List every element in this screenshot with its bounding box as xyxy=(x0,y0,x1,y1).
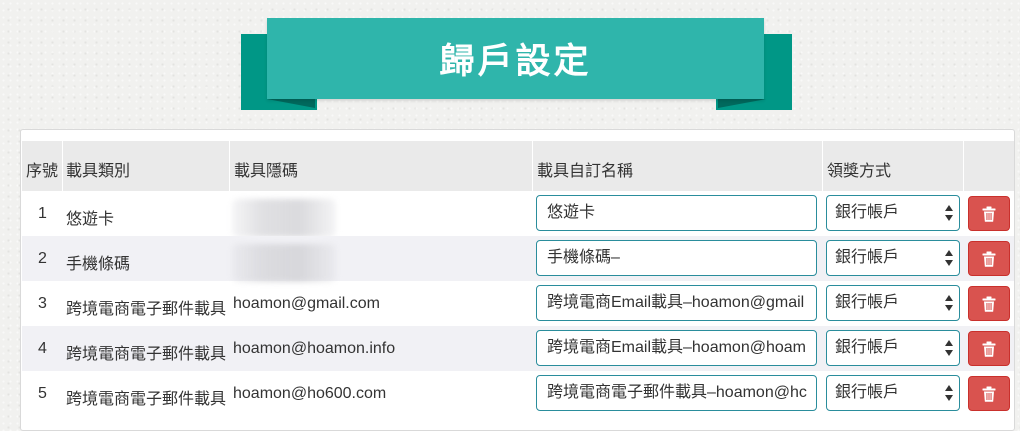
row-index: 3 xyxy=(38,295,47,312)
row-carrier-type: 手機條碼 xyxy=(66,256,131,273)
header-divider xyxy=(229,141,230,191)
carrier-name-input[interactable]: 跨境電商電子郵件載具–hoamon@hc xyxy=(536,375,817,411)
banner-right-fold xyxy=(718,99,766,108)
row-index: 2 xyxy=(38,250,47,267)
award-method-select[interactable]: 銀行帳戶 xyxy=(826,285,960,321)
trash-icon xyxy=(982,341,996,357)
page-title: 歸戶設定 xyxy=(439,42,592,81)
award-method-value: 銀行帳戶 xyxy=(835,249,900,266)
award-method-value: 銀行帳戶 xyxy=(835,339,900,356)
row-carrier-type: 悠遊卡 xyxy=(66,211,115,228)
row-carrier-code: hoamon@ho600.com xyxy=(233,385,387,402)
title-banner: 歸戶設定 xyxy=(241,18,792,110)
select-arrows-icon xyxy=(945,250,953,266)
table-row: 4 跨境電商電子郵件載具 hoamon@hoamon.info 跨境電商Email載具… xyxy=(22,326,1014,371)
row-carrier-code: hoamon@hoamon.info xyxy=(233,340,396,357)
table-row: 3 跨境電商電子郵件載具 hoamon@gmail.com 跨境電商Email載具–h… xyxy=(22,281,1014,326)
carrier-name-input[interactable]: 手機條碼– xyxy=(536,240,817,276)
table-row: 2 手機條碼 手機條碼– 銀行帳戶 xyxy=(22,236,1014,282)
carrier-name-input[interactable]: 跨境電商Email載具–hoamon@gmail xyxy=(536,285,817,321)
row-index: 4 xyxy=(38,340,47,357)
select-arrows-icon xyxy=(945,205,953,221)
select-arrows-icon xyxy=(945,385,953,401)
award-method-select[interactable]: 銀行帳戶 xyxy=(826,240,960,276)
carrier-name-input[interactable]: 悠遊卡 xyxy=(536,195,817,231)
row-index: 5 xyxy=(38,385,47,402)
table-header: 序號 載具類別 載具隱碼 載具自訂名稱 領獎方式 xyxy=(22,141,1014,191)
select-arrows-icon xyxy=(945,340,953,356)
header-divider xyxy=(822,141,823,191)
header-name: 載具自訂名稱 xyxy=(537,163,634,180)
delete-button[interactable] xyxy=(968,196,1010,231)
award-method-value: 銀行帳戶 xyxy=(835,294,900,311)
award-method-select[interactable]: 銀行帳戶 xyxy=(826,330,960,366)
header-divider xyxy=(62,141,63,191)
award-method-select[interactable]: 銀行帳戶 xyxy=(826,375,960,411)
banner-left-fold xyxy=(267,99,315,108)
header-code: 載具隱碼 xyxy=(234,163,299,180)
row-carrier-type: 跨境電商電子郵件載具 xyxy=(66,391,227,408)
table-row: 5 跨境電商電子郵件載具 hoamon@ho600.com 跨境電商電子郵件載具–ho… xyxy=(22,371,1014,416)
carrier-table-panel: 序號 載具類別 載具隱碼 載具自訂名稱 領獎方式 1 悠遊卡 悠遊卡 銀行帳戶 2 手機條… xyxy=(20,129,1015,431)
trash-icon xyxy=(982,386,996,402)
delete-button[interactable] xyxy=(968,376,1010,411)
header-index: 序號 xyxy=(26,163,59,180)
row-carrier-type: 跨境電商電子郵件載具 xyxy=(66,301,227,318)
header-divider xyxy=(532,141,533,191)
header-type: 載具類別 xyxy=(66,163,131,180)
header-award: 領獎方式 xyxy=(827,163,892,180)
carrier-name-input[interactable]: 跨境電商Email載具–hoamon@hoam xyxy=(536,330,817,366)
banner-face: 歸戶設定 xyxy=(267,18,764,99)
header-divider xyxy=(963,141,964,191)
trash-icon xyxy=(982,206,996,222)
redacted-carrier-code xyxy=(232,199,336,237)
row-carrier-type: 跨境電商電子郵件載具 xyxy=(66,346,227,363)
award-method-value: 銀行帳戶 xyxy=(835,204,900,221)
award-method-value: 銀行帳戶 xyxy=(835,384,900,401)
trash-icon xyxy=(982,251,996,267)
row-index: 1 xyxy=(38,205,47,222)
delete-button[interactable] xyxy=(968,241,1010,276)
table-row: 1 悠遊卡 悠遊卡 銀行帳戶 xyxy=(22,191,1014,237)
delete-button[interactable] xyxy=(968,331,1010,366)
award-method-select[interactable]: 銀行帳戶 xyxy=(826,195,960,231)
delete-button[interactable] xyxy=(968,286,1010,321)
redacted-carrier-code xyxy=(232,244,336,282)
select-arrows-icon xyxy=(945,295,953,311)
row-carrier-code: hoamon@gmail.com xyxy=(233,295,380,312)
trash-icon xyxy=(982,296,996,312)
